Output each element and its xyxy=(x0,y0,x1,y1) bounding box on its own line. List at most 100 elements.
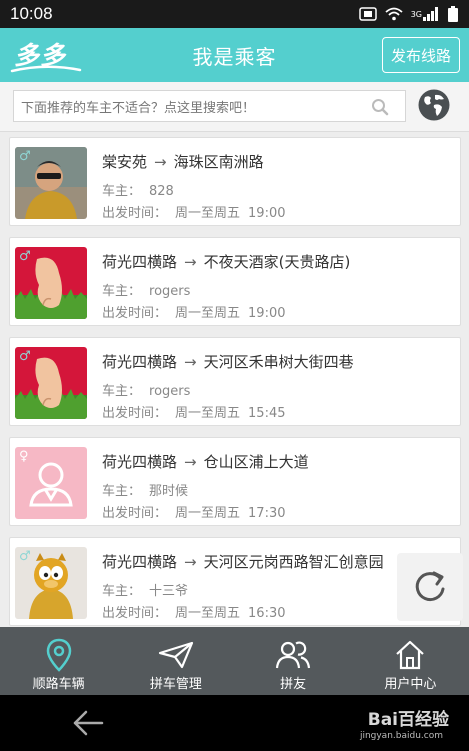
route-text: 荷光四横路 → 仓山区浦上大道 xyxy=(102,451,309,472)
arrow-right-icon: → xyxy=(184,553,197,571)
route-text: 荷光四横路 → 不夜天酒家(天贵路店) xyxy=(102,251,350,272)
route-to: 仓山区浦上大道 xyxy=(203,453,309,471)
driver-label: 车主： xyxy=(102,384,142,399)
screen-icon xyxy=(358,7,377,21)
tab-carpool-manage[interactable]: 拼车管理 xyxy=(117,627,234,695)
departure-time: 15:45 xyxy=(248,406,286,421)
departure-info: 出发时间： 周一至周五 17:30 xyxy=(102,502,286,521)
avatar: ♂ xyxy=(15,247,87,319)
departure-time: 17:30 xyxy=(248,506,286,521)
departure-info: 出发时间： 周一至周五 19:00 xyxy=(102,202,286,221)
route-to: 天河区禾串树大街四巷 xyxy=(203,353,354,371)
avatar: ♂ xyxy=(15,547,87,619)
arrow-right-icon: → xyxy=(184,353,197,371)
bottom-tab-bar: 顺路车辆 拼车管理 拼友 用户中心 xyxy=(0,627,469,695)
driver-info: 车主： 那时候 xyxy=(102,480,188,499)
departure-days: 周一至周五 xyxy=(175,506,241,521)
male-icon: ♂ xyxy=(19,249,31,264)
driver-info: 车主： 十三爷 xyxy=(102,580,188,599)
male-icon: ♂ xyxy=(19,149,31,164)
app-header: 多多 我是乘客 发布线路 xyxy=(0,28,469,82)
globe-icon[interactable] xyxy=(417,88,451,122)
departure-label: 出发时间： xyxy=(102,206,168,221)
tab-label: 拼友 xyxy=(280,677,307,692)
ride-card[interactable]: ♂ 荷光四横路 → 不夜天酒家(天贵路店) 车主： rogers 出发时间： 周一至周五… xyxy=(9,237,461,326)
refresh-icon xyxy=(415,571,445,602)
search-row: 下面推荐的车主不适合？点这里搜索吧！ xyxy=(0,82,469,132)
arrow-right-icon: → xyxy=(154,153,167,171)
refresh-button[interactable] xyxy=(397,553,463,621)
route-from: 荷光四横路 xyxy=(102,553,178,571)
tab-label: 顺路车辆 xyxy=(32,677,85,692)
logo-swoosh-icon xyxy=(10,65,82,73)
page-title: 我是乘客 xyxy=(192,44,277,69)
status-time: 10:08 xyxy=(10,4,53,23)
friends-icon xyxy=(275,637,311,673)
route-text: 荷光四横路 → 天河区元岗西路智汇创意园 xyxy=(102,551,384,572)
departure-label: 出发时间： xyxy=(102,506,168,521)
publish-route-button[interactable]: 发布线路 xyxy=(382,37,460,73)
route-to: 不夜天酒家(天贵路店) xyxy=(203,253,351,271)
male-icon: ♂ xyxy=(19,349,31,364)
avatar: ♂ xyxy=(15,147,87,219)
status-icons: 3G xyxy=(358,6,459,22)
network-type: 3G xyxy=(410,9,422,19)
tab-label: 用户中心 xyxy=(384,677,437,692)
departure-info: 出发时间： 周一至周五 19:00 xyxy=(102,302,286,321)
driver-info: 车主： 828 xyxy=(102,180,174,199)
driver-name: 828 xyxy=(149,184,174,199)
tab-carpool-friends[interactable]: 拼友 xyxy=(235,627,352,695)
male-icon: ♂ xyxy=(19,549,31,564)
driver-info: 车主： rogers xyxy=(102,280,190,299)
departure-label: 出发时间： xyxy=(102,606,168,621)
driver-name: 十三爷 xyxy=(149,584,189,599)
tab-label: 拼车管理 xyxy=(149,677,202,692)
location-pin-icon xyxy=(46,637,72,673)
departure-days: 周一至周五 xyxy=(175,306,241,321)
signal-icon: 3G xyxy=(411,7,439,21)
ride-card[interactable]: ♀ 荷光四横路 → 仓山区浦上大道 车主： 那时候 出发时间： 周一至周五 17:30 xyxy=(9,437,461,526)
watermark-url: jingyan.baidu.com xyxy=(359,731,443,741)
tab-user-center[interactable]: 用户中心 xyxy=(352,627,469,695)
home-icon xyxy=(394,637,426,673)
back-arrow-icon[interactable] xyxy=(72,709,104,737)
search-input[interactable]: 下面推荐的车主不适合？点这里搜索吧！ xyxy=(13,90,406,122)
route-to: 天河区元岗西路智汇创意园 xyxy=(203,553,384,571)
arrow-right-icon: → xyxy=(184,453,197,471)
route-from: 棠安苑 xyxy=(102,153,148,171)
wifi-icon xyxy=(385,7,403,21)
watermark-logo: Bai百经验 xyxy=(367,710,449,730)
driver-label: 车主： xyxy=(102,584,142,599)
search-icon[interactable] xyxy=(371,98,389,116)
ride-card[interactable]: ♂ 棠安苑 → 海珠区南洲路 车主： 828 出发时间： 周一至周五 19:00 xyxy=(9,137,461,226)
route-from: 荷光四横路 xyxy=(102,453,178,471)
route-from: 荷光四横路 xyxy=(102,353,178,371)
arrow-right-icon: → xyxy=(184,253,197,271)
system-nav-bar: Bai百经验 jingyan.baidu.com xyxy=(0,695,469,751)
battery-icon xyxy=(447,6,459,22)
driver-info: 车主： rogers xyxy=(102,380,190,399)
departure-label: 出发时间： xyxy=(102,406,168,421)
driver-label: 车主： xyxy=(102,284,142,299)
departure-time: 16:30 xyxy=(248,606,286,621)
avatar: ♂ xyxy=(15,347,87,419)
route-from: 荷光四横路 xyxy=(102,253,178,271)
departure-days: 周一至周五 xyxy=(175,606,241,621)
tab-nearby-cars[interactable]: 顺路车辆 xyxy=(0,627,117,695)
driver-name: rogers xyxy=(149,384,191,399)
ride-card[interactable]: ♂ 荷光四横路 → 天河区元岗西路智汇创意园 车主： 十三爷 出发时间： 周一至周五 16… xyxy=(9,537,461,626)
departure-label: 出发时间： xyxy=(102,306,168,321)
ride-card[interactable]: ♂ 荷光四横路 → 天河区禾串树大街四巷 车主： rogers 出发时间： 周一至周五 1… xyxy=(9,337,461,426)
driver-name: 那时候 xyxy=(149,484,189,499)
route-text: 荷光四横路 → 天河区禾串树大街四巷 xyxy=(102,351,354,372)
departure-info: 出发时间： 周一至周五 15:45 xyxy=(102,402,286,421)
route-text: 棠安苑 → 海珠区南洲路 xyxy=(102,151,264,172)
driver-label: 车主： xyxy=(102,184,142,199)
status-bar: 10:08 3G xyxy=(0,0,469,28)
avatar: ♀ xyxy=(15,447,87,519)
driver-label: 车主： xyxy=(102,484,142,499)
departure-time: 19:00 xyxy=(248,206,286,221)
route-to: 海珠区南洲路 xyxy=(173,153,264,171)
departure-time: 19:00 xyxy=(248,306,286,321)
female-icon: ♀ xyxy=(19,449,29,464)
